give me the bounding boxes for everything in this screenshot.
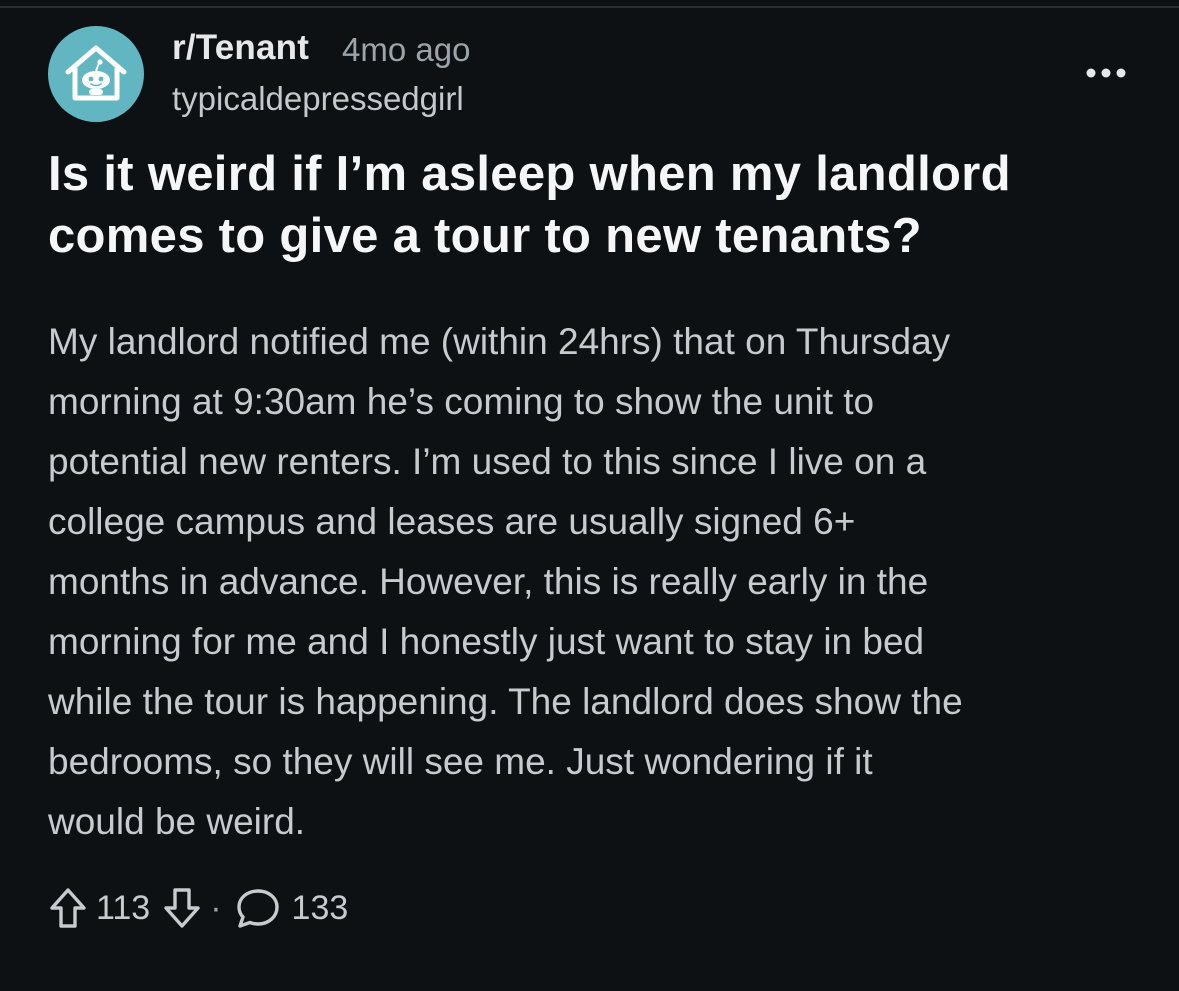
more-options-button[interactable] [1084, 58, 1128, 88]
post-age: 4mo ago [342, 31, 471, 68]
upvote-button[interactable] [48, 886, 88, 930]
post-body: My landlord notified me (within 24hrs) t… [48, 321, 963, 842]
comment-count: 133 [291, 888, 349, 927]
subreddit-avatar[interactable] [48, 26, 144, 122]
post-actions-bar: 113 · 133 [48, 884, 348, 932]
vote-score: 113 [96, 888, 151, 927]
subreddit-name[interactable]: r/Tenant [172, 28, 309, 68]
post-title[interactable]: Is it weird if I’m asleep when my landlo… [48, 143, 1138, 267]
house-robot-icon [65, 45, 127, 101]
more-options-icon [1086, 68, 1126, 78]
top-divider [0, 0, 1179, 8]
downvote-button[interactable] [162, 886, 202, 930]
downvote-arrow-icon [164, 888, 200, 928]
separator-dot: · [210, 888, 222, 927]
post-author[interactable]: typicaldepressedgirl [172, 80, 464, 118]
comment-bubble-icon [236, 889, 279, 928]
comments-button[interactable]: 133 [234, 886, 349, 930]
upvote-arrow-icon [50, 888, 86, 928]
